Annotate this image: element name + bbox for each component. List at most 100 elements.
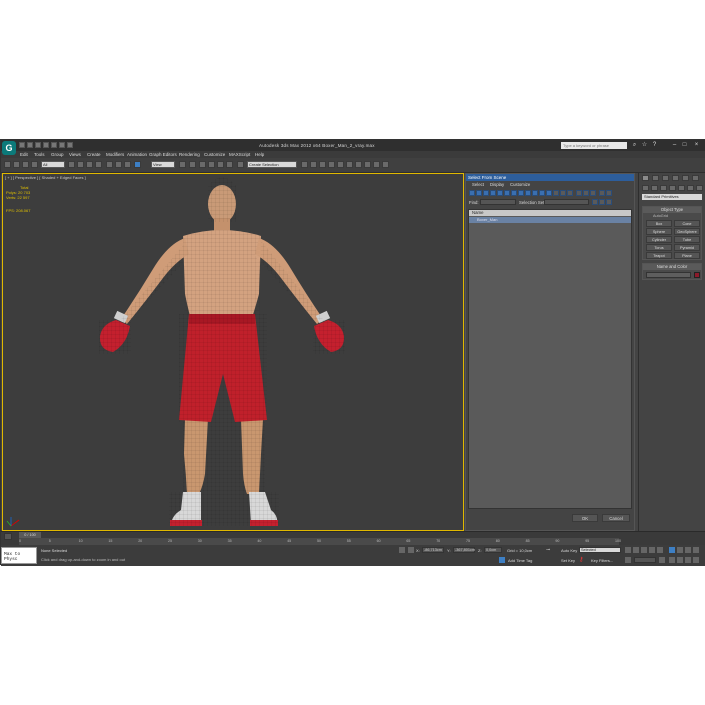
help-icon[interactable]: ?	[651, 142, 658, 148]
keyboard-shortcut-icon[interactable]	[189, 161, 196, 168]
star-icon[interactable]: ☆	[641, 142, 648, 148]
minimize-icon[interactable]: –	[671, 142, 678, 148]
z-coordinate-field[interactable]: 0,0cm	[484, 547, 502, 553]
auto-key-button[interactable]: Auto Key	[561, 548, 577, 553]
column-header-name[interactable]: Name	[469, 210, 631, 216]
selection-set-add-icon[interactable]	[592, 199, 598, 205]
dialog-menu-select[interactable]: Select	[472, 182, 484, 187]
cameras-icon[interactable]	[669, 185, 676, 191]
object-type-title[interactable]: Object Type	[643, 207, 701, 213]
primitive-category-dropdown[interactable]: Standard Primitives	[642, 194, 702, 200]
filter-funnel-icon[interactable]	[599, 190, 605, 196]
menu-rendering[interactable]: Rendering	[179, 152, 200, 157]
dialog-menu-display[interactable]: Display	[490, 182, 504, 187]
filter-frozen-icon[interactable]	[539, 190, 545, 196]
menu-animation[interactable]: Animation	[127, 152, 147, 157]
filter-xrefs-icon[interactable]	[518, 190, 524, 196]
spinner-snap-icon[interactable]	[226, 161, 233, 168]
save-icon[interactable]	[35, 142, 41, 148]
display-influences-icon[interactable]	[590, 190, 596, 196]
tab-motion[interactable]	[672, 175, 679, 181]
open-icon[interactable]	[27, 142, 33, 148]
name-color-title[interactable]: Name and Color	[643, 264, 701, 270]
filter-hidden-icon[interactable]	[546, 190, 552, 196]
filter-groups-icon[interactable]	[511, 190, 517, 196]
select-by-name-icon[interactable]	[77, 161, 84, 168]
selection-set-edit-icon[interactable]	[606, 199, 612, 205]
geosphere-button[interactable]: GeoSphere	[674, 228, 700, 235]
absolute-mode-icon[interactable]	[408, 547, 414, 553]
list-item[interactable]: Boxer_Man	[469, 217, 631, 223]
selection-filter-dropdown[interactable]: All	[41, 161, 65, 168]
align-icon[interactable]	[310, 161, 317, 168]
cone-button[interactable]: Cone	[674, 220, 700, 227]
tab-hierarchy[interactable]	[662, 175, 669, 181]
y-coordinate-field[interactable]: -367,801cm	[453, 547, 475, 553]
previous-frame-icon[interactable]	[633, 547, 639, 553]
link-icon[interactable]	[4, 161, 11, 168]
tab-utilities[interactable]	[692, 175, 699, 181]
dialog-menu-customize[interactable]: Customize	[510, 182, 530, 187]
timeline-ruler[interactable]: 0 5 10 15 20 25 30 35 40 45 50 55 60 65 70 75 80 85 90 95 10…	[19, 538, 621, 545]
filter-cameras-icon[interactable]	[490, 190, 496, 196]
orbit-icon[interactable]	[685, 557, 691, 563]
filter-shapes-icon[interactable]	[476, 190, 482, 196]
box-button[interactable]: Box	[646, 220, 672, 227]
unlink-icon[interactable]	[13, 161, 20, 168]
named-selection-dropdown[interactable]: Create Selection	[247, 161, 297, 168]
pan-view-icon[interactable]	[677, 557, 683, 563]
render-setup-icon[interactable]	[364, 161, 371, 168]
maxscript-listener[interactable]: Max to Physc	[1, 547, 37, 564]
key-mode-toggle-icon[interactable]	[625, 557, 631, 563]
zoom-extents-icon[interactable]	[685, 547, 691, 553]
filter-lights-icon[interactable]	[483, 190, 489, 196]
set-key-button[interactable]: Set Key	[561, 558, 575, 563]
current-frame-field[interactable]	[634, 557, 656, 563]
systems-icon[interactable]	[696, 185, 703, 191]
app-logo-icon[interactable]: G	[2, 141, 16, 155]
close-icon[interactable]: ×	[693, 142, 700, 148]
time-configuration-icon[interactable]	[659, 557, 665, 563]
rectangular-selection-icon[interactable]	[86, 161, 93, 168]
go-to-start-icon[interactable]	[625, 547, 631, 553]
pyramid-button[interactable]: Pyramid	[674, 244, 700, 251]
new-icon[interactable]	[19, 142, 25, 148]
filter-containers-icon[interactable]	[532, 190, 538, 196]
ok-button[interactable]: OK	[572, 514, 598, 522]
menu-help[interactable]: Help	[255, 152, 264, 157]
material-editor-icon[interactable]	[355, 161, 362, 168]
layer-manager-icon[interactable]	[319, 161, 326, 168]
curve-editor-icon[interactable]	[337, 161, 344, 168]
display-invert-icon[interactable]	[567, 190, 573, 196]
next-frame-icon[interactable]	[649, 547, 655, 553]
hold-icon[interactable]	[59, 142, 65, 148]
tab-create[interactable]	[642, 175, 649, 181]
play-icon[interactable]	[641, 547, 647, 553]
maximize-icon[interactable]: □	[681, 142, 688, 148]
infocenter-search-icon[interactable]: ⌕	[631, 142, 638, 148]
cylinder-button[interactable]: Cylinder	[646, 236, 672, 243]
menu-customize[interactable]: Customize	[204, 152, 225, 157]
rendered-frame-window-icon[interactable]	[373, 161, 380, 168]
select-manipulate-icon[interactable]	[134, 161, 141, 168]
zoom-extents-all-icon[interactable]	[693, 547, 699, 553]
filter-geometry-icon[interactable]	[469, 190, 475, 196]
geometry-icon[interactable]	[642, 185, 649, 191]
options-icon[interactable]	[606, 190, 612, 196]
redo-icon[interactable]	[51, 142, 57, 148]
schematic-view-icon[interactable]	[346, 161, 353, 168]
mini-curve-editor-icon[interactable]	[4, 533, 12, 540]
display-all-icon[interactable]	[553, 190, 559, 196]
move-icon[interactable]	[106, 161, 113, 168]
dialog-title[interactable]: Select From Scene	[466, 174, 634, 181]
perspective-viewport[interactable]: [ + ] [ Perspective ] [ Shaded + Edged F…	[2, 173, 464, 531]
find-input[interactable]	[480, 199, 516, 205]
select-object-icon[interactable]	[68, 161, 75, 168]
window-crossing-icon[interactable]	[95, 161, 102, 168]
fetch-icon[interactable]	[67, 142, 73, 148]
lights-icon[interactable]	[660, 185, 667, 191]
maximize-viewport-icon[interactable]	[693, 557, 699, 563]
undo-icon[interactable]	[43, 142, 49, 148]
sphere-button[interactable]: Sphere	[646, 228, 672, 235]
cancel-button[interactable]: Cancel	[602, 514, 630, 522]
